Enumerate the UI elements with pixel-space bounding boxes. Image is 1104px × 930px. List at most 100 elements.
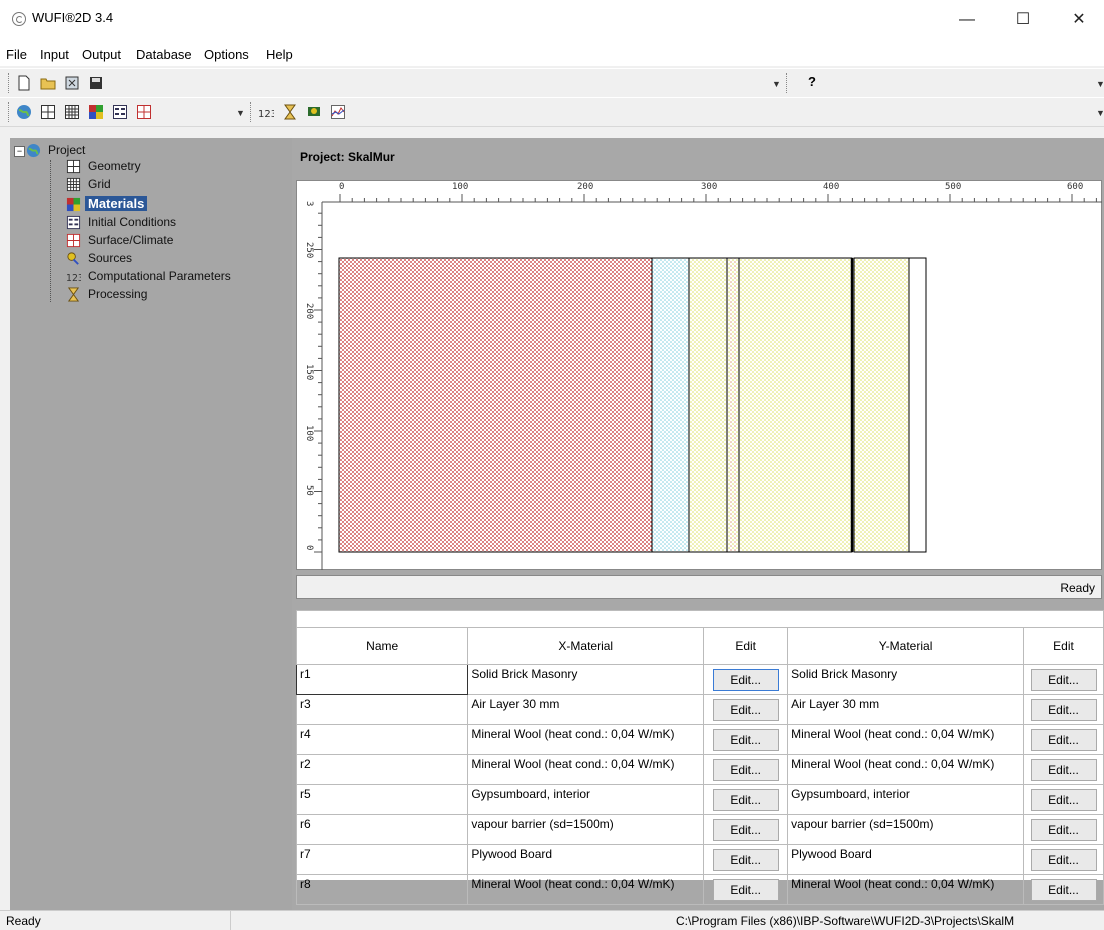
edit-y-material-button[interactable]: Edit...	[1030, 879, 1097, 901]
menu-database[interactable]: Database	[136, 47, 192, 62]
column-header-edit-x[interactable]: Edit	[703, 627, 789, 665]
cell-edit-y: Edit...	[1023, 724, 1104, 755]
cell-y-material[interactable]: Solid Brick Masonry	[787, 664, 1025, 695]
menu-input[interactable]: Input	[40, 47, 69, 62]
materials-icon[interactable]	[88, 104, 104, 120]
maximize-button[interactable]: ☐	[1000, 0, 1046, 44]
edit-y-material-button[interactable]: Edit...	[1030, 759, 1097, 781]
open-folder-icon[interactable]	[40, 75, 56, 91]
cell-x-material[interactable]: Solid Brick Masonry	[467, 664, 705, 695]
cell-name[interactable]: r1	[295, 664, 469, 695]
sources-icon	[67, 252, 79, 265]
menu-file[interactable]: File	[6, 47, 27, 62]
table-row[interactable]: r7 Plywood Board Edit... Plywood Board Edit.…	[295, 844, 1104, 875]
edit-x-material-button[interactable]: Edit...	[712, 729, 779, 751]
cell-x-material[interactable]: Air Layer 30 mm	[467, 694, 705, 725]
table-row[interactable]: r8 Mineral Wool (heat cond.: 0,04 W/mK) Ed…	[295, 874, 1104, 905]
cell-name[interactable]: r4	[295, 724, 469, 755]
table-row[interactable]: r2 Mineral Wool (heat cond.: 0,04 W/mK) Ed…	[295, 754, 1104, 785]
table-row[interactable]: r6 vapour barrier (sd=1500m) Edit... vapour…	[295, 814, 1104, 845]
cell-name[interactable]: r6	[295, 814, 469, 845]
grid-icon[interactable]	[64, 104, 80, 120]
table-row[interactable]: r3 Air Layer 30 mm Edit... Air Layer 30 mm E…	[295, 694, 1104, 725]
edit-y-material-button[interactable]: Edit...	[1030, 729, 1097, 751]
cell-x-material[interactable]: Mineral Wool (heat cond.: 0,04 W/mK)	[467, 724, 705, 755]
toolbar-grip[interactable]	[786, 73, 790, 93]
cell-edit-x: Edit...	[703, 724, 789, 755]
results-film-icon[interactable]	[306, 104, 322, 120]
cell-y-material[interactable]: Gypsumboard, interior	[787, 784, 1025, 815]
toolbar-grip[interactable]	[8, 102, 12, 122]
graph-icon[interactable]	[330, 104, 346, 120]
menu-output[interactable]: Output	[82, 47, 121, 62]
minimize-button[interactable]: —	[944, 0, 990, 44]
close-project-icon[interactable]	[64, 75, 80, 91]
collapse-icon[interactable]: −	[14, 146, 25, 157]
cell-name[interactable]: r2	[295, 754, 469, 785]
project-globe-icon[interactable]	[16, 104, 32, 120]
edit-x-material-button[interactable]: Edit...	[712, 819, 779, 841]
cell-name[interactable]: r5	[295, 784, 469, 815]
initial-conditions-icon[interactable]	[112, 104, 128, 120]
cell-y-material[interactable]: Mineral Wool (heat cond.: 0,04 W/mK)	[787, 754, 1025, 785]
column-header-name[interactable]: Name	[295, 627, 469, 665]
new-file-icon[interactable]	[16, 75, 32, 91]
processing-hourglass-icon	[67, 287, 80, 302]
cell-x-material[interactable]: Gypsumboard, interior	[467, 784, 705, 815]
computational-parameters-icon[interactable]: 123	[258, 104, 274, 120]
edit-y-material-button[interactable]: Edit...	[1030, 699, 1097, 721]
column-header-edit-y[interactable]: Edit	[1023, 627, 1104, 665]
geometry-icon[interactable]	[40, 104, 56, 120]
cell-name[interactable]: r8	[295, 874, 469, 905]
cell-x-material[interactable]: Mineral Wool (heat cond.: 0,04 W/mK)	[467, 874, 705, 905]
svg-text:123: 123	[258, 109, 274, 120]
processing-hourglass-icon[interactable]	[282, 104, 298, 120]
surface-climate-icon[interactable]	[136, 104, 152, 120]
close-button[interactable]: ✕	[1056, 0, 1102, 44]
tree-label: Initial Conditions	[88, 215, 177, 229]
cell-name[interactable]: r7	[295, 844, 469, 875]
menu-options[interactable]: Options	[204, 47, 249, 62]
cell-x-material[interactable]: vapour barrier (sd=1500m)	[467, 814, 705, 845]
edit-y-material-button[interactable]: Edit...	[1030, 849, 1097, 871]
table-row[interactable]: r5 Gypsumboard, interior Edit... Gypsumboar…	[295, 784, 1104, 815]
edit-y-material-button[interactable]: Edit...	[1030, 819, 1097, 841]
cell-x-material[interactable]: Mineral Wool (heat cond.: 0,04 W/mK)	[467, 754, 705, 785]
cell-x-material[interactable]: Plywood Board	[467, 844, 705, 875]
toolbar-grip[interactable]	[8, 73, 12, 93]
toolbar-dropdown-icon[interactable]: ▼	[236, 108, 245, 118]
toolbar-dropdown-icon[interactable]: ▼	[1096, 79, 1104, 89]
toolbar-dropdown-icon[interactable]: ▼	[1096, 108, 1104, 118]
wall-section-drawing[interactable]	[338, 257, 928, 553]
cell-edit-x: Edit...	[703, 844, 789, 875]
cell-y-material[interactable]: vapour barrier (sd=1500m)	[787, 814, 1025, 845]
edit-x-material-button[interactable]: Edit...	[712, 669, 779, 691]
edit-y-material-button[interactable]: Edit...	[1030, 789, 1097, 811]
edit-x-material-button[interactable]: Edit...	[712, 879, 779, 901]
cell-edit-y: Edit...	[1023, 664, 1104, 695]
cell-y-material[interactable]: Air Layer 30 mm	[787, 694, 1025, 725]
edit-x-material-button[interactable]: Edit...	[712, 759, 779, 781]
edit-x-material-button[interactable]: Edit...	[712, 849, 779, 871]
cell-edit-x: Edit...	[703, 874, 789, 905]
toolbar-grip[interactable]	[250, 102, 254, 122]
cell-y-material[interactable]: Plywood Board	[787, 844, 1025, 875]
edit-x-material-button[interactable]: Edit...	[712, 789, 779, 811]
edit-x-material-button[interactable]: Edit...	[712, 699, 779, 721]
cell-y-material[interactable]: Mineral Wool (heat cond.: 0,04 W/mK)	[787, 724, 1025, 755]
column-header-x-material[interactable]: X-Material	[467, 627, 705, 665]
column-header-y-material[interactable]: Y-Material	[787, 627, 1025, 665]
cell-y-material[interactable]: Mineral Wool (heat cond.: 0,04 W/mK)	[787, 874, 1025, 905]
menu-help[interactable]: Help	[266, 47, 293, 62]
y-tick-label: 100	[304, 425, 314, 442]
table-row[interactable]: r1 Solid Brick Masonry Edit... Solid Brick …	[295, 664, 1104, 695]
edit-y-material-button[interactable]: Edit...	[1030, 669, 1097, 691]
save-icon[interactable]	[88, 75, 104, 91]
layer-mineral-wool	[853, 257, 910, 553]
toolbar-dropdown-icon[interactable]: ▼	[772, 79, 781, 89]
help-button[interactable]: ?	[808, 74, 816, 89]
ruler-left-ticks	[314, 212, 322, 553]
tree-label: Processing	[88, 287, 148, 301]
cell-name[interactable]: r3	[295, 694, 469, 725]
table-row[interactable]: r4 Mineral Wool (heat cond.: 0,04 W/mK) Ed…	[295, 724, 1104, 755]
